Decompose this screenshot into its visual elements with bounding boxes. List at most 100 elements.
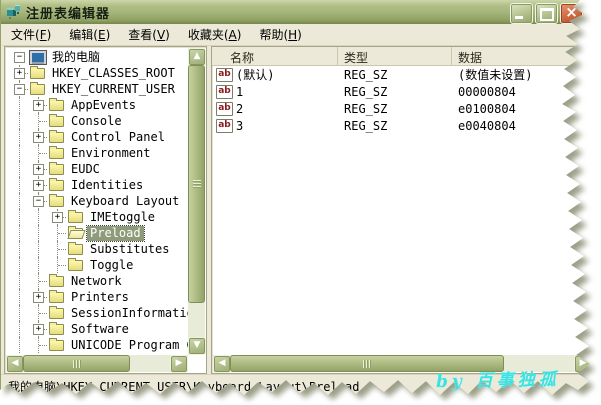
tree-item-preload-selected[interactable]: Preload xyxy=(6,225,188,241)
value-name: 2 xyxy=(236,102,243,116)
scroll-left-icon[interactable] xyxy=(6,355,24,373)
expand-icon[interactable] xyxy=(33,180,44,191)
tree-guide xyxy=(29,145,48,161)
tree-item-eudc[interactable]: EUDC xyxy=(6,161,188,177)
value-data: 00000804 xyxy=(452,85,593,99)
expand-icon[interactable] xyxy=(33,132,44,143)
expand-icon[interactable] xyxy=(33,324,44,335)
tree-item-label: Keyboard Layout xyxy=(68,194,182,209)
tree-guide xyxy=(10,273,29,289)
folder-icon xyxy=(49,148,64,159)
tree-item-my-computer[interactable]: 我的电脑 xyxy=(6,49,188,65)
folder-open-icon xyxy=(68,228,83,239)
collapse-icon[interactable] xyxy=(14,52,25,63)
tree-guide xyxy=(29,97,48,113)
column-header-type[interactable]: 类型 xyxy=(338,47,452,65)
scroll-up-icon[interactable] xyxy=(188,48,206,66)
registry-tree-pane: 我的电脑 HKEY_CLASSES_ROOT HKEY_CURRENT_USER xyxy=(4,46,207,374)
menu-file[interactable]: 文件(F) xyxy=(2,25,60,45)
value-type: REG_SZ xyxy=(338,85,452,99)
folder-icon xyxy=(49,132,64,143)
tree-horizontal-scrollbar[interactable] xyxy=(6,355,188,372)
folder-icon xyxy=(49,180,64,191)
tree-guide xyxy=(29,305,48,321)
menu-view[interactable]: 查看(V) xyxy=(119,25,179,45)
tree-item-label: Control Panel xyxy=(68,130,168,145)
tree-item-sessioninformation[interactable]: SessionInformation xyxy=(6,305,188,321)
tree-guide xyxy=(10,289,29,305)
registry-editor-window: 注册表编辑器 文件(F) 编辑(E) 查看(V) 收藏夹(A) 帮助(H) 我的… xyxy=(0,0,601,405)
tree-guide xyxy=(29,321,48,337)
menu-favorites[interactable]: 收藏夹(A) xyxy=(179,25,251,45)
tree-guide xyxy=(10,49,29,65)
tree-guide xyxy=(29,209,48,225)
tree-guide xyxy=(29,161,48,177)
tree-vertical-scrollbar[interactable] xyxy=(188,48,205,355)
tree-item-label: HKEY_CLASSES_ROOT xyxy=(49,66,178,81)
list-hscroll-thumb[interactable] xyxy=(230,355,504,372)
collapse-icon[interactable] xyxy=(33,196,44,207)
tree-hscroll-thumb[interactable] xyxy=(23,355,130,372)
tree-item-keyboard-layout[interactable]: Keyboard Layout xyxy=(6,193,188,209)
value-name: (默认) xyxy=(236,66,274,83)
value-type: REG_SZ xyxy=(338,102,452,116)
tree-guide xyxy=(29,273,48,289)
expand-icon[interactable] xyxy=(52,212,63,223)
minimize-button[interactable] xyxy=(510,3,533,24)
tree-item-appevents[interactable]: AppEvents xyxy=(6,97,188,113)
scroll-right-icon[interactable] xyxy=(574,355,592,373)
tree-guide xyxy=(48,209,67,225)
tree-vscroll-thumb[interactable] xyxy=(188,65,205,303)
tree-item-environment[interactable]: Environment xyxy=(6,145,188,161)
column-header-name[interactable]: 名称 xyxy=(212,47,338,65)
tree-item-hkey-current-user[interactable]: HKEY_CURRENT_USER xyxy=(6,81,188,97)
tree-item-hkey-classes-root[interactable]: HKEY_CLASSES_ROOT xyxy=(6,65,188,81)
folder-icon xyxy=(49,308,64,319)
tree-guide xyxy=(10,97,29,113)
tree-item-label: AppEvents xyxy=(68,98,139,113)
tree-item-label: IMEtoggle xyxy=(87,210,158,225)
tree-item-label: SessionInformation xyxy=(68,306,188,321)
value-row-3[interactable]: ab3 REG_SZ e0040804 xyxy=(212,117,593,134)
tree-item-identities[interactable]: Identities xyxy=(6,177,188,193)
tree-item-control-panel[interactable]: Control Panel xyxy=(6,129,188,145)
close-button[interactable] xyxy=(560,3,583,24)
tree-item-substitutes[interactable]: Substitutes xyxy=(6,241,188,257)
value-row-default[interactable]: ab(默认) REG_SZ (数值未设置) xyxy=(212,66,593,83)
tree-item-toggle[interactable]: Toggle xyxy=(6,257,188,273)
expand-icon[interactable] xyxy=(33,164,44,175)
tree-item-label: UNICODE Program Gro xyxy=(68,338,188,353)
collapse-icon[interactable] xyxy=(14,84,25,95)
reg-sz-icon: ab xyxy=(216,119,233,133)
tree-item-imetoggle[interactable]: IMEtoggle xyxy=(6,209,188,225)
tree-item-printers[interactable]: Printers xyxy=(6,289,188,305)
value-row-1[interactable]: ab1 REG_SZ 00000804 xyxy=(212,83,593,100)
registry-values-pane: 名称 类型 数据 ab(默认) REG_SZ (数值未设置) ab1 REG_S… xyxy=(211,46,594,374)
value-row-2[interactable]: ab2 REG_SZ e0100804 xyxy=(212,100,593,117)
expand-icon[interactable] xyxy=(14,68,25,79)
tree-guide xyxy=(10,225,29,241)
tree-guide xyxy=(10,113,29,129)
title-bar: 注册表编辑器 xyxy=(1,0,601,24)
folder-icon xyxy=(49,100,64,111)
tree-item-software[interactable]: Software xyxy=(6,321,188,337)
folder-icon xyxy=(30,68,45,79)
value-type: REG_SZ xyxy=(338,119,452,133)
menu-help[interactable]: 帮助(H) xyxy=(250,25,310,45)
tree-item-label: Console xyxy=(68,114,125,129)
tree-item-console[interactable]: Console xyxy=(6,113,188,129)
scroll-left-icon[interactable] xyxy=(213,355,231,373)
menu-edit[interactable]: 编辑(E) xyxy=(60,25,119,45)
scroll-down-icon[interactable] xyxy=(188,337,206,355)
reg-sz-icon: ab xyxy=(216,68,233,82)
maximize-button[interactable] xyxy=(535,3,558,24)
tree-item-network[interactable]: Network xyxy=(6,273,188,289)
expand-icon[interactable] xyxy=(33,292,44,303)
expand-icon[interactable] xyxy=(33,100,44,111)
watermark-signature: by 百事独孤 xyxy=(436,369,560,393)
column-header-data[interactable]: 数据 xyxy=(452,47,593,65)
tree-item-unicode-program-groups[interactable]: UNICODE Program Gro xyxy=(6,337,188,353)
tree-guide xyxy=(10,177,29,193)
scroll-right-icon[interactable] xyxy=(170,355,188,373)
list-header: 名称 类型 数据 xyxy=(212,47,593,66)
